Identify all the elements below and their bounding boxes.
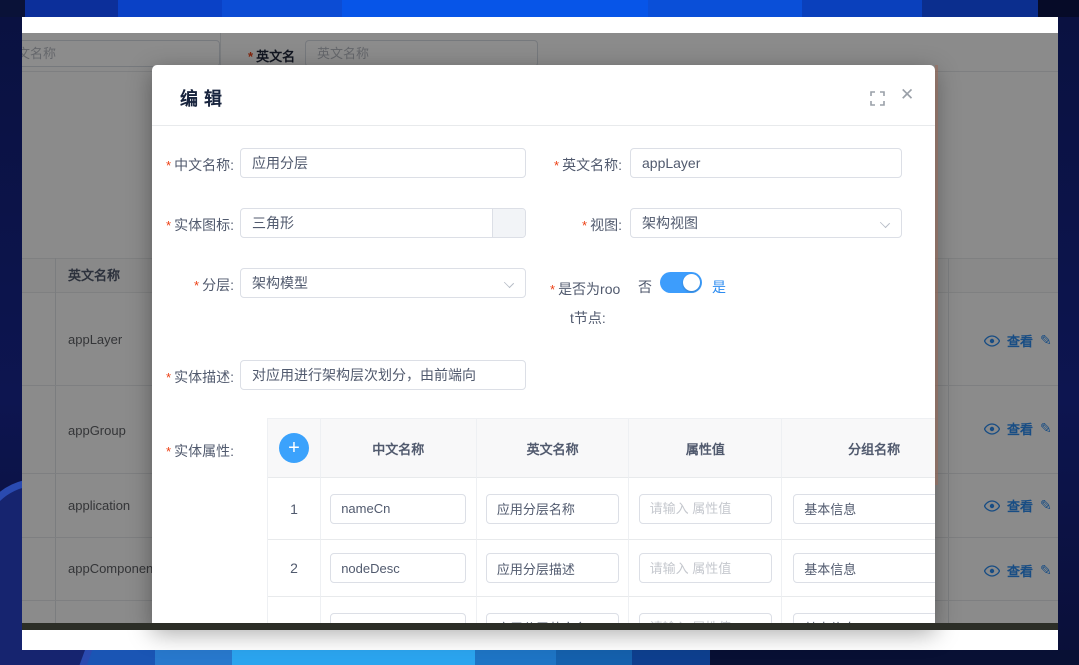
attr-value-input[interactable] [639, 553, 773, 583]
view-select[interactable]: 架构视图 [630, 208, 902, 238]
attribute-table: + 中文名称 英文名称 属性值 分组名称 1 2 3 [267, 418, 935, 627]
bottom-video-band [0, 650, 1079, 665]
row-number: 1 [268, 478, 321, 540]
entity-attrs-label: *实体属性: [152, 441, 234, 461]
screen: *英文名 英文名称 appLayer appGroup application … [0, 0, 1079, 665]
required-asterisk: * [166, 158, 171, 173]
bottom-cut-bar [22, 623, 1058, 630]
layer-select[interactable]: 架构模型 [240, 268, 526, 298]
name-cn-input[interactable] [240, 148, 526, 178]
top-video-band [0, 0, 1079, 17]
modal-title: 编辑 [180, 85, 228, 111]
chevron-down-icon [880, 218, 890, 228]
entity-icon-input[interactable] [240, 208, 526, 238]
col-header-attr-value: 属性值 [629, 419, 782, 478]
layer-label: *分层: [152, 275, 234, 295]
required-asterisk: * [166, 218, 171, 233]
attr-name-en-input[interactable] [486, 553, 620, 583]
toggle-on-text: 是 [712, 277, 726, 297]
fullscreen-icon[interactable] [870, 91, 885, 106]
view-label: *视图: [542, 215, 622, 235]
edge-artifact [935, 65, 938, 485]
name-cn-label: *中文名称: [152, 155, 234, 175]
attr-group-input[interactable] [793, 494, 935, 524]
required-asterisk: * [550, 282, 555, 297]
attr-name-en-input[interactable] [486, 494, 620, 524]
attr-name-cn-input[interactable] [330, 553, 466, 583]
required-asterisk: * [194, 278, 199, 293]
chevron-down-icon [504, 278, 514, 288]
required-asterisk: * [166, 444, 171, 459]
entity-desc-input[interactable] [240, 360, 526, 390]
edit-modal: 编辑 ✕ *中文名称: *英文名称: *实体图标: *视图: [152, 65, 935, 627]
attribute-row: 2 [268, 540, 935, 597]
name-en-label: *英文名称: [542, 155, 622, 175]
col-header-name-en: 英文名称 [477, 419, 630, 478]
icon-picker-button[interactable] [492, 209, 525, 237]
required-asterisk: * [166, 370, 171, 385]
col-header-group-name: 分组名称 [782, 419, 935, 478]
col-header-name-cn: 中文名称 [321, 419, 477, 478]
required-asterisk: * [582, 218, 587, 233]
toggle-off-text: 否 [638, 277, 652, 297]
toggle-knob [683, 274, 700, 291]
name-en-input[interactable] [630, 148, 902, 178]
required-asterisk: * [554, 158, 559, 173]
entity-icon-label: *实体图标: [152, 215, 234, 235]
is-root-toggle[interactable] [660, 272, 702, 293]
attribute-table-header: + 中文名称 英文名称 属性值 分组名称 [268, 418, 935, 478]
add-attribute-button[interactable]: + [279, 433, 309, 463]
entity-desc-label: *实体描述: [152, 367, 234, 387]
attr-name-cn-input[interactable] [330, 494, 466, 524]
divider [152, 125, 935, 126]
is-root-label: *是否为roo t节点: [550, 275, 630, 333]
attribute-row: 1 [268, 478, 935, 540]
attr-value-input[interactable] [639, 494, 773, 524]
attr-group-input[interactable] [793, 553, 935, 583]
row-number: 2 [268, 540, 321, 597]
close-icon[interactable]: ✕ [900, 85, 914, 105]
